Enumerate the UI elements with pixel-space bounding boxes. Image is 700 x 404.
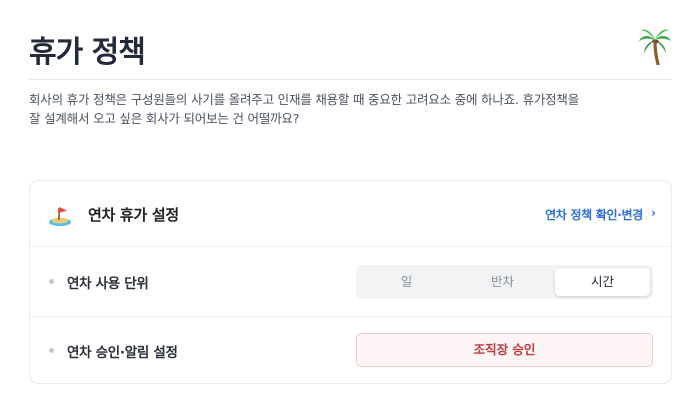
page-description: 회사의 휴가 정책은 구성원들의 사기를 올려주고 인재를 채용할 때 중요한 …	[29, 90, 629, 128]
segment-half-day[interactable]: 반차	[455, 268, 550, 296]
bullet-dot	[49, 348, 54, 353]
team-leader-approval-button[interactable]: 조직장 승인	[356, 333, 653, 367]
policy-check-change-link[interactable]: 연차 정책 확인·변경	[545, 206, 643, 223]
segment-hour-selected[interactable]: 시간	[555, 268, 650, 296]
leave-unit-segmented-control: 일 반차 시간	[356, 265, 653, 299]
annual-leave-settings-card: 연차 휴가 설정 연차 정책 확인·변경 › 연차 사용 단위 일 반차 시간 …	[29, 180, 672, 384]
page-title: 휴가 정책	[29, 35, 146, 70]
description-line-2: 잘 설계해서 오고 싶은 회사가 되어보는 건 어떨까요?	[29, 111, 300, 126]
palm-tree-icon	[639, 29, 671, 65]
card-header: 연차 휴가 설정 연차 정책 확인·변경 ›	[30, 181, 671, 247]
approval-notification-label: 연차 승인·알림 설정	[67, 345, 178, 361]
page-header: 휴가 정책	[29, 0, 672, 80]
island-icon	[49, 207, 71, 226]
chevron-right-icon[interactable]: ›	[651, 206, 656, 220]
card-title: 연차 휴가 설정	[88, 206, 179, 224]
description-line-1: 회사의 휴가 정책은 구성원들의 사기를 올려주고 인재를 채용할 때 중요한 …	[29, 92, 580, 107]
leave-unit-label: 연차 사용 단위	[67, 276, 149, 292]
approval-notification-row: 연차 승인·알림 설정 조직장 승인	[30, 317, 671, 384]
segment-day[interactable]: 일	[359, 268, 454, 296]
bullet-dot	[49, 279, 54, 284]
leave-unit-row: 연차 사용 단위 일 반차 시간	[30, 247, 671, 317]
